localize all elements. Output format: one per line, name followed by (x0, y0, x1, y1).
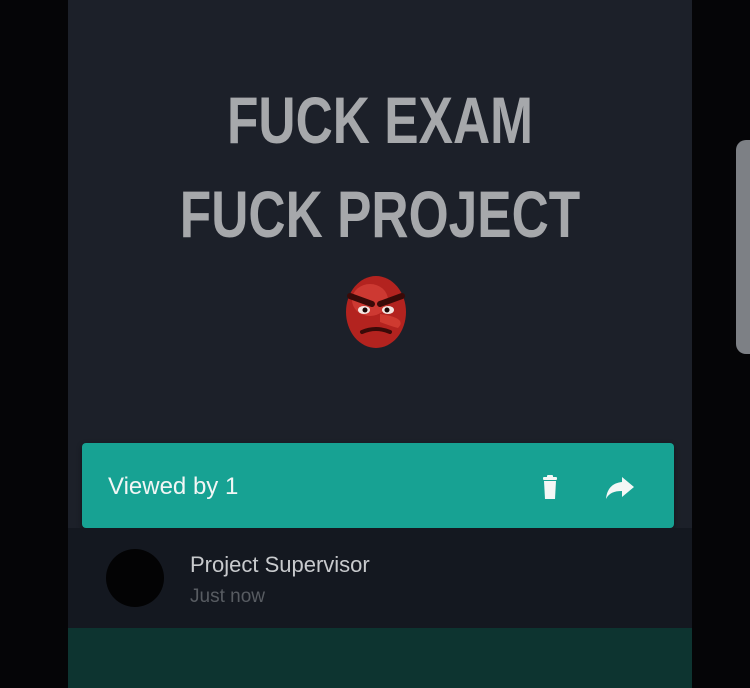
viewed-by-label: Viewed by 1 (108, 473, 239, 500)
status-screen: FUCK EXAM FUCK PROJECT Viewed by 1 Proje… (68, 0, 692, 688)
status-text-line-1: FUCK EXAM (226, 83, 534, 157)
viewer-time: Just now (190, 586, 265, 607)
avatar (106, 549, 164, 607)
viewer-list-item[interactable]: Project Supervisor Just now (68, 528, 692, 628)
phone-frame: FUCK EXAM FUCK PROJECT Viewed by 1 Proje… (0, 0, 750, 688)
trash-icon[interactable] (532, 469, 568, 505)
status-text-line-2: FUCK PROJECT (179, 177, 581, 251)
viewed-by-bar[interactable]: Viewed by 1 (82, 443, 674, 528)
angry-red-face-icon (346, 276, 406, 348)
bottom-panel (68, 628, 692, 688)
forward-share-icon[interactable] (602, 469, 638, 505)
viewer-name: Project Supervisor (190, 552, 370, 577)
edge-panel-handle[interactable] (736, 140, 750, 354)
